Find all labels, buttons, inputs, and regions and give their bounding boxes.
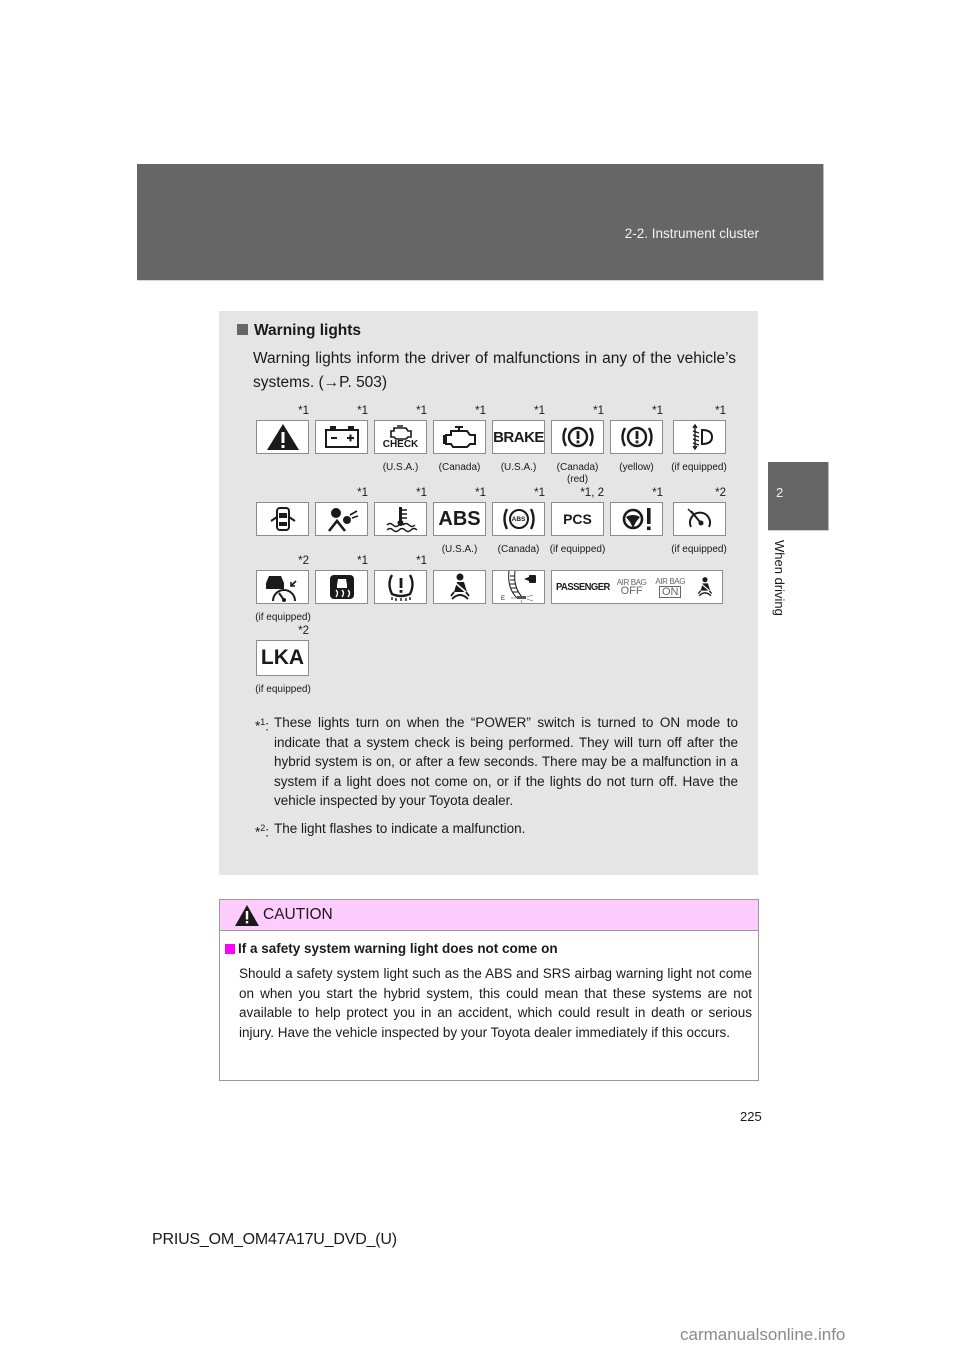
passenger-label: PASSENGER [556,581,610,593]
caution-body: Should a safety system light such as the… [239,966,752,1040]
footnote-mark: *1 [357,555,368,567]
brake-system-yellow-icon [610,420,663,454]
page-number: 225 [740,1109,762,1124]
check-engine-icon: CHECK [374,420,427,454]
footnote-mark: *2 [298,625,309,637]
footnote-mark: *1 [357,487,368,499]
passenger-airbag-indicator: PASSENGER AIR BAG OFF AIR BAG ON [551,570,723,604]
icon-caption: (if equipped) [549,544,606,555]
radar-cruise-icon [256,570,309,604]
cruise-control-icon [673,502,726,536]
off-label: OFF [620,585,643,597]
airbag-on-label: AIR BAG [655,576,686,586]
heading-text: Warning lights [254,322,362,339]
icon-caption: (if equipped) [255,684,311,695]
caution-header: CAUTION [220,900,758,931]
icon-caption: (Canada) (red) [556,462,599,485]
seatbelt-reminder-icon [433,570,486,604]
footnote-mark: *2 [715,487,726,499]
footnote-mark: *2 [298,555,309,567]
open-door-icon [256,502,309,536]
warning-triangle-icon [235,905,259,931]
lka-text: LKA [260,646,305,669]
airbag-on-indicator: AIR BAG ON [655,577,685,598]
brake-system-red-icon [551,420,604,454]
slip-indicator-icon [315,570,368,604]
subheading-bullet-icon [225,944,235,954]
caution-subheading-text: If a safety system warning light does no… [238,941,558,956]
section-heading: Warning lights [237,322,361,340]
abs-text: ABS [438,507,481,530]
footnote-mark: *1 [715,405,726,417]
icon-caption: (U.S.A.) [382,462,419,473]
chapter-label-wrap: When driving [767,540,791,640]
abs-text-icon: ABS [433,502,486,536]
abs-circle-icon: ABS [492,502,545,536]
footnote-mark: *1 [416,405,427,417]
power-steering-icon [610,502,663,536]
brake-text: BRAKE [493,428,544,446]
on-label: ON [658,585,682,598]
intro-paragraph: Warning lights inform the driver of malf… [253,350,736,391]
heading-bullet-icon [237,324,248,335]
engine-icon [433,420,486,454]
charging-system-icon [315,420,368,454]
icon-caption: (yellow) [619,462,654,473]
check-text: CHECK [382,438,419,450]
footnote-2: *2: The light flashes to indicate a malf… [255,819,738,840]
footnote-2-mark: *2: [255,822,270,840]
footnote-mark: *1 [475,487,486,499]
footnote-1: *1: These lights turn on when the “POWER… [255,713,738,811]
footnote-mark: *1 [652,487,663,499]
headlight-leveling-icon [673,420,726,454]
footnote-1-mark: *1: [255,717,270,734]
pcs-icon: PCS [551,502,604,536]
icon-caption: (U.S.A.) [500,462,537,473]
icon-caption: (if equipped) [255,612,311,623]
footnote-mark: *1 [416,555,427,567]
pcs-text: PCS [563,511,592,527]
icon-caption: (Canada) [438,462,481,473]
footnote-mark: *1 [416,487,427,499]
icon-caption: (if equipped) [671,544,727,555]
passenger-seatbelt-icon [694,575,716,599]
coolant-temperature-icon [374,502,427,536]
footnote-mark: *1 [593,405,604,417]
chapter-header-bar: 2-2. Instrument cluster [137,164,824,281]
footnote-mark: *1, 2 [580,487,604,499]
caution-box: CAUTION If a safety system warning light… [219,899,759,1081]
footnote-mark: *1 [357,405,368,417]
caution-title: CAUTION [263,906,333,923]
brake-text-icon: BRAKE [492,420,545,454]
caution-subheading: If a safety system warning light does no… [225,941,558,956]
section-title: 2-2. Instrument cluster [624,226,759,241]
icon-caption: (U.S.A.) [441,544,478,555]
master-warning-icon [256,420,309,454]
footnote-2-text: The light flashes to indicate a malfunct… [274,820,526,836]
footnotes: *1: These lights turn on when the “POWER… [255,713,738,840]
icon-caption: (Canada) [497,544,540,555]
chapter-label: When driving [772,540,787,616]
airbag-off-indicator: AIR BAG OFF [617,578,647,597]
svg-text:E: E [501,596,505,602]
chapter-tab[interactable]: 2 [768,462,829,531]
tire-pressure-icon [374,570,427,604]
low-fuel-icon: E [492,570,545,604]
footnote-mark: *1 [298,405,309,417]
document-code: PRIUS_OM_OM47A17U_DVD_(U) [152,1231,397,1248]
chapter-number: 2 [776,485,784,500]
abs-circle-text: ABS [511,515,526,523]
footnote-mark: *1 [475,405,486,417]
warning-lights-panel: Warning lights Warning lights inform the… [219,311,758,875]
footnote-mark: *1 [534,405,545,417]
lka-icon: LKA [256,640,309,676]
icon-caption: (if equipped) [671,462,727,473]
srs-airbag-icon [315,502,368,536]
watermark: carmanualsonline.info [680,1325,846,1344]
footnote-1-text: These lights turn on when the “POWER” sw… [274,715,738,808]
footnote-mark: *1 [652,405,663,417]
footnote-mark: *1 [534,487,545,499]
